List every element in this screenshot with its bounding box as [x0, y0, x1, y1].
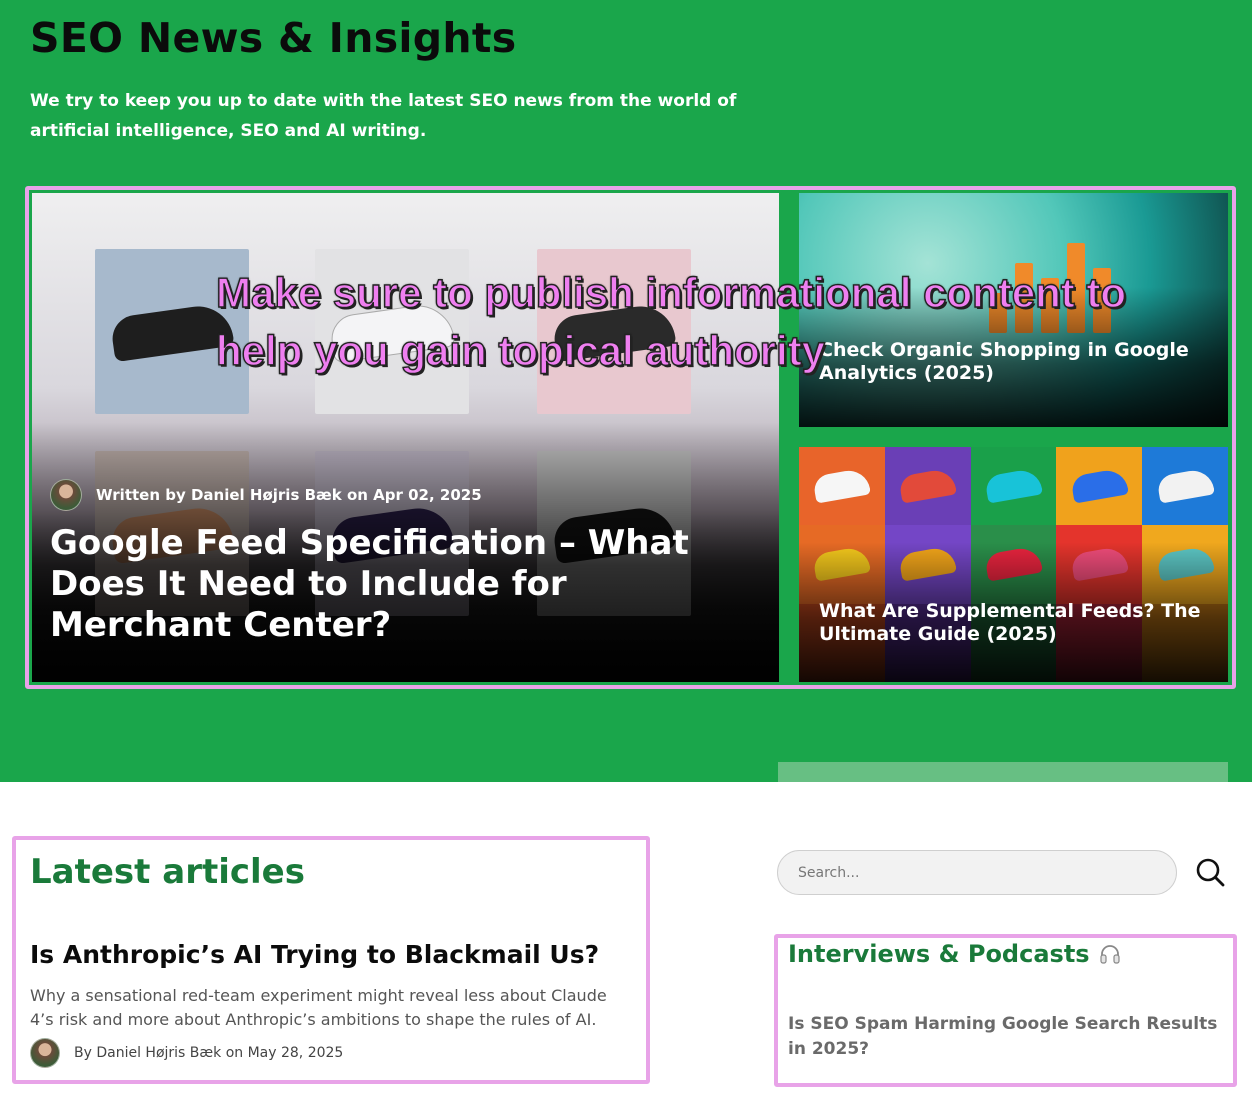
article-title[interactable]: Is Anthropic’s AI Trying to Blackmail Us… [30, 940, 599, 969]
featured-author-line: Written by Daniel Højris Bæk on Apr 02, … [96, 486, 482, 504]
podcasts-heading: Interviews & Podcasts [788, 940, 1122, 968]
search-button[interactable] [1193, 855, 1227, 889]
podcasts-heading-text: Interviews & Podcasts [788, 940, 1090, 968]
author-avatar [30, 1038, 60, 1068]
search-input[interactable] [777, 850, 1177, 895]
article-excerpt: Why a sensational red-team experiment mi… [30, 986, 607, 1029]
latest-articles-heading: Latest articles [30, 852, 305, 892]
article-meta: By Daniel Højris Bæk on May 28, 2025 [30, 1038, 343, 1068]
featured-article-title[interactable]: Google Feed Specification – What Does It… [50, 523, 750, 646]
podcast-link[interactable]: Is SEO Spam Harming Google Search Result… [788, 1012, 1218, 1062]
page-title: SEO News & Insights [30, 14, 517, 62]
side-article-card-2[interactable]: What Are Supplemental Feeds? The Ultimat… [799, 447, 1228, 682]
sidebar-strip [778, 762, 1228, 782]
featured-author-row: Written by Daniel Højris Bæk on Apr 02, … [50, 479, 482, 511]
search-icon [1196, 858, 1225, 887]
intro-text: We try to keep you up to date with the l… [30, 91, 737, 141]
article-meta-text: By Daniel Højris Bæk on May 28, 2025 [74, 1045, 344, 1061]
headphones-icon [1099, 945, 1120, 964]
overlay-caption: Make sure to publish informational conte… [215, 268, 1127, 374]
author-avatar [50, 479, 82, 511]
side-article-title-2[interactable]: What Are Supplemental Feeds? The Ultimat… [819, 600, 1209, 646]
